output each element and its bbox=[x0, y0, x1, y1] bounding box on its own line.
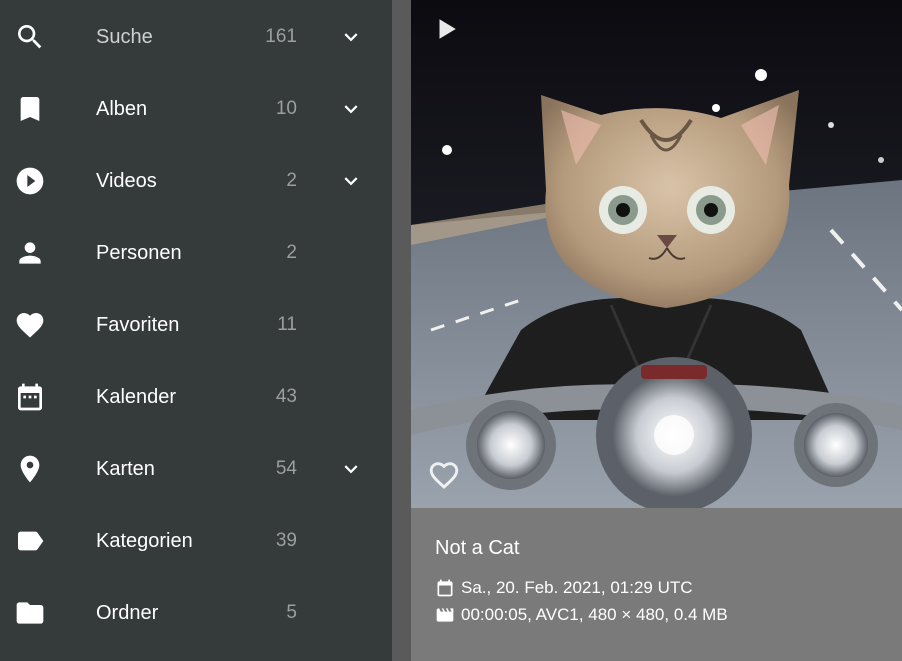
content-gap bbox=[392, 0, 411, 661]
favorite-heart-icon[interactable] bbox=[427, 458, 461, 492]
sidebar-item-label: Alben bbox=[96, 97, 148, 120]
chevron-down-icon[interactable] bbox=[338, 168, 364, 194]
movie-icon bbox=[436, 608, 454, 622]
sidebar-item-count: 2 bbox=[286, 242, 297, 263]
sidebar-item-label: Kategorien bbox=[96, 529, 193, 552]
play-circle-icon bbox=[14, 165, 46, 197]
search-icon bbox=[14, 21, 46, 53]
sidebar-item-count: 43 bbox=[275, 386, 297, 407]
sidebar-item-count: 2 bbox=[286, 170, 297, 191]
chevron-down-icon[interactable] bbox=[338, 456, 364, 482]
video-thumbnail[interactable] bbox=[411, 0, 902, 508]
sidebar-item-categories[interactable]: Kategorien 39 bbox=[0, 505, 392, 577]
sidebar-item-people[interactable]: Personen 2 bbox=[0, 217, 392, 289]
person-icon bbox=[14, 237, 46, 269]
sidebar-item-count: 11 bbox=[277, 314, 297, 335]
media-date: Sa., 20. Feb. 2021, 01:29 UTC bbox=[461, 578, 693, 597]
sidebar-item-count: 5 bbox=[286, 602, 297, 623]
sidebar-item-count: 10 bbox=[275, 98, 297, 119]
play-icon[interactable] bbox=[433, 16, 459, 42]
sidebar: Suche 161 Alben 10 Videos 2 Personen 2 F… bbox=[0, 0, 392, 661]
sidebar-item-label: Suche bbox=[96, 25, 153, 48]
media-date-row: Sa., 20. Feb. 2021, 01:29 UTC bbox=[435, 578, 693, 598]
sidebar-item-folders[interactable]: Ordner 5 bbox=[0, 577, 392, 649]
calendar-icon bbox=[14, 381, 46, 413]
sidebar-item-count: 39 bbox=[275, 530, 297, 551]
sidebar-item-label: Favoriten bbox=[96, 313, 180, 336]
sidebar-item-label: Karten bbox=[96, 457, 155, 480]
sidebar-item-maps[interactable]: Karten 54 bbox=[0, 433, 392, 505]
chevron-down-icon[interactable] bbox=[338, 24, 364, 50]
sidebar-item-label: Videos bbox=[96, 169, 157, 192]
sidebar-item-label: Ordner bbox=[96, 601, 159, 624]
folder-icon bbox=[14, 597, 46, 629]
media-title[interactable]: Not a Cat bbox=[435, 537, 519, 560]
sidebar-item-albums[interactable]: Alben 10 bbox=[0, 73, 392, 145]
chevron-down-icon[interactable] bbox=[338, 96, 364, 122]
thumbnail-image bbox=[411, 0, 902, 508]
label-icon bbox=[14, 525, 46, 557]
sidebar-item-count: 161 bbox=[265, 26, 297, 47]
sidebar-item-calendar[interactable]: Kalender 43 bbox=[0, 361, 392, 433]
bookmark-icon bbox=[14, 93, 46, 125]
media-video-info-row: 00:00:05, AVC1, 480 × 480, 0.4 MB bbox=[435, 605, 728, 625]
media-card[interactable]: Not a Cat Sa., 20. Feb. 2021, 01:29 UTC … bbox=[411, 0, 902, 661]
sidebar-item-label: Personen bbox=[96, 241, 182, 264]
calendar-icon bbox=[437, 579, 453, 597]
sidebar-item-videos[interactable]: Videos 2 bbox=[0, 145, 392, 217]
sidebar-item-label: Kalender bbox=[96, 385, 177, 408]
map-marker-icon bbox=[14, 453, 46, 485]
sidebar-item-count: 54 bbox=[275, 458, 297, 479]
sidebar-item-search[interactable]: Suche 161 bbox=[0, 1, 392, 73]
heart-icon bbox=[14, 309, 46, 341]
media-video-info: 00:00:05, AVC1, 480 × 480, 0.4 MB bbox=[461, 605, 728, 624]
sidebar-item-favorites[interactable]: Favoriten 11 bbox=[0, 289, 392, 361]
